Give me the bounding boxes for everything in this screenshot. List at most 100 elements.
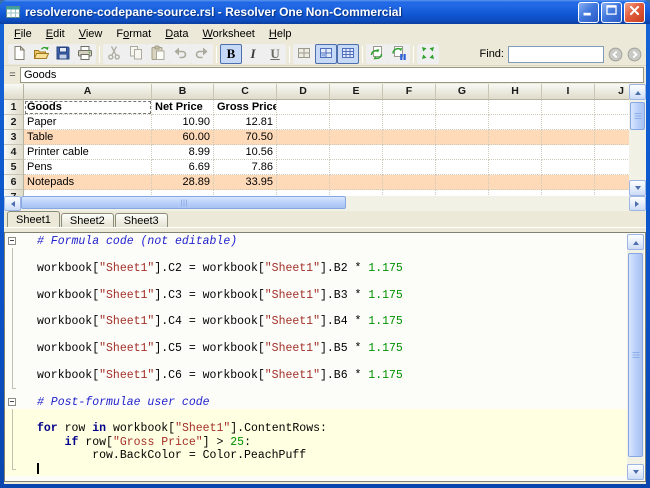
grid-horizontal-scrollbar[interactable]: [4, 196, 646, 211]
italic-button[interactable]: I: [242, 44, 264, 64]
sheet-tab-sheet1[interactable]: Sheet1: [7, 211, 60, 227]
code-line[interactable]: [5, 329, 628, 342]
cell-D3[interactable]: [277, 130, 330, 145]
cell-A6[interactable]: Notepads: [24, 175, 152, 190]
maximize-button[interactable]: [601, 2, 622, 23]
code-line[interactable]: # Formula code (not editable): [5, 235, 628, 248]
menu-worksheet[interactable]: Worksheet: [195, 26, 261, 42]
code-line[interactable]: workbook["Sheet1"].C5 = workbook["Sheet1…: [5, 342, 628, 355]
scroll-track[interactable]: [627, 251, 644, 463]
save-button[interactable]: [52, 44, 74, 64]
cell-C3[interactable]: 70.50: [214, 130, 277, 145]
code-line[interactable]: [5, 302, 628, 315]
cell-F6[interactable]: [383, 175, 436, 190]
code-line[interactable]: workbook["Sheet1"].C6 = workbook["Sheet1…: [5, 369, 628, 382]
menu-view[interactable]: View: [72, 26, 110, 42]
bold-button[interactable]: B: [220, 44, 242, 64]
cell-A4[interactable]: Printer cable: [24, 145, 152, 160]
scroll-track[interactable]: [21, 196, 629, 211]
cell-B2[interactable]: 10.90: [152, 115, 214, 130]
menu-format[interactable]: Format: [109, 26, 158, 42]
fit-columns-button[interactable]: [417, 44, 439, 64]
cell-A5[interactable]: Pens: [24, 160, 152, 175]
cell-C1[interactable]: Gross Price: [214, 100, 277, 115]
cell-E2[interactable]: [330, 115, 383, 130]
code-editor[interactable]: # Formula code (not editable) workbook["S…: [5, 235, 628, 481]
row-header-5[interactable]: 5: [4, 160, 24, 175]
cell-H3[interactable]: [489, 130, 542, 145]
cell-A2[interactable]: Paper: [24, 115, 152, 130]
column-header-H[interactable]: H: [489, 84, 542, 100]
code-line[interactable]: workbook["Sheet1"].C4 = workbook["Sheet1…: [5, 315, 628, 328]
cell-borders-button[interactable]: [293, 44, 315, 64]
column-header-E[interactable]: E: [330, 84, 383, 100]
cell-G2[interactable]: [436, 115, 489, 130]
cell-C5[interactable]: 7.86: [214, 160, 277, 175]
column-header-F[interactable]: F: [383, 84, 436, 100]
cell-H5[interactable]: [489, 160, 542, 175]
open-folder-button[interactable]: [30, 44, 52, 64]
menu-help[interactable]: Help: [262, 26, 299, 42]
cell-B6[interactable]: 28.89: [152, 175, 214, 190]
menu-edit[interactable]: Edit: [39, 26, 72, 42]
cell-D2[interactable]: [277, 115, 330, 130]
scroll-right-button[interactable]: [629, 196, 646, 211]
scroll-thumb[interactable]: [21, 196, 346, 209]
title-bar[interactable]: resolverone-codepane-source.rsl - Resolv…: [0, 0, 650, 24]
scroll-down-button[interactable]: [629, 180, 646, 196]
cell-G6[interactable]: [436, 175, 489, 190]
code-line[interactable]: [5, 463, 628, 476]
sheet-tab-sheet2[interactable]: Sheet2: [61, 213, 114, 227]
code-line[interactable]: [5, 356, 628, 369]
recalculate-button[interactable]: [366, 44, 388, 64]
column-header-I[interactable]: I: [542, 84, 595, 100]
row-header-3[interactable]: 3: [4, 130, 24, 145]
cell-D4[interactable]: [277, 145, 330, 160]
cell-E1[interactable]: [330, 100, 383, 115]
scroll-up-button[interactable]: [629, 84, 646, 100]
code-line[interactable]: for row in workbook["Sheet1"].ContentRow…: [5, 422, 628, 435]
grid-vertical-scrollbar[interactable]: [629, 84, 646, 196]
cell-F1[interactable]: [383, 100, 436, 115]
cell-B3[interactable]: 60.00: [152, 130, 214, 145]
code-line[interactable]: # Post-formulae user code: [5, 396, 628, 409]
cell-I4[interactable]: [542, 145, 595, 160]
cell-C6[interactable]: 33.95: [214, 175, 277, 190]
scroll-left-button[interactable]: [4, 196, 21, 211]
cell-I5[interactable]: [542, 160, 595, 175]
sheet-tab-sheet3[interactable]: Sheet3: [115, 213, 168, 227]
code-line[interactable]: if row["Gross Price"] > 25:: [5, 436, 628, 449]
cell-H2[interactable]: [489, 115, 542, 130]
cell-B5[interactable]: 6.69: [152, 160, 214, 175]
column-header-C[interactable]: C: [214, 84, 277, 100]
auto-recalculate-button[interactable]: [388, 44, 410, 64]
print-button[interactable]: [74, 44, 96, 64]
code-line[interactable]: workbook["Sheet1"].C2 = workbook["Sheet1…: [5, 262, 628, 275]
code-line[interactable]: [5, 248, 628, 261]
cell-G3[interactable]: [436, 130, 489, 145]
formula-input[interactable]: [20, 67, 644, 83]
code-line[interactable]: [5, 382, 628, 395]
cell-F5[interactable]: [383, 160, 436, 175]
cell-C4[interactable]: 10.56: [214, 145, 277, 160]
cell-I2[interactable]: [542, 115, 595, 130]
cell-D6[interactable]: [277, 175, 330, 190]
cell-I1[interactable]: [542, 100, 595, 115]
row-header-1[interactable]: 1: [4, 100, 24, 115]
scroll-down-button[interactable]: [627, 464, 644, 480]
cell-B1[interactable]: Net Price: [152, 100, 214, 115]
select-all-corner[interactable]: [4, 84, 24, 100]
column-header-B[interactable]: B: [152, 84, 214, 100]
cell-I3[interactable]: [542, 130, 595, 145]
cell-C2[interactable]: 12.81: [214, 115, 277, 130]
cell-H1[interactable]: [489, 100, 542, 115]
cell-I6[interactable]: [542, 175, 595, 190]
cell-E3[interactable]: [330, 130, 383, 145]
cell-G4[interactable]: [436, 145, 489, 160]
scroll-thumb[interactable]: [628, 253, 643, 457]
find-input[interactable]: [508, 46, 604, 63]
menu-data[interactable]: Data: [158, 26, 195, 42]
cell-E4[interactable]: [330, 145, 383, 160]
cell-F4[interactable]: [383, 145, 436, 160]
code-line[interactable]: row.BackColor = Color.PeachPuff: [5, 449, 628, 462]
